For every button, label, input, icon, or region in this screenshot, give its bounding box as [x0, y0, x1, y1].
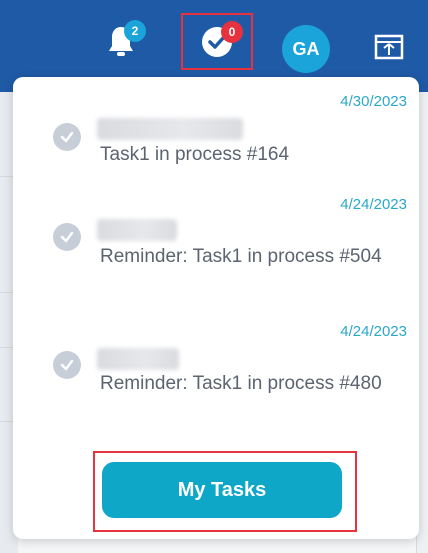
- task-title: Task1 in process #164: [100, 144, 290, 165]
- task-item[interactable]: 4/30/2023 Task1 in process #164: [13, 91, 419, 169]
- task-check-icon: [53, 351, 81, 379]
- task-title: Reminder: Task1 in process #480: [100, 373, 382, 394]
- avatar-initials: GA: [292, 38, 320, 59]
- panel-icon: [374, 34, 404, 60]
- redacted-user-name: [97, 348, 179, 370]
- task-title: Reminder: Task1 in process #504: [100, 246, 382, 267]
- task-check-icon: [53, 223, 81, 251]
- user-avatar[interactable]: GA: [282, 25, 330, 73]
- redacted-user-name: [97, 118, 243, 140]
- notification-count-badge: 2: [124, 20, 146, 42]
- my-tasks-button[interactable]: My Tasks: [102, 462, 342, 518]
- layout-toggle-button[interactable]: [372, 31, 406, 63]
- tasks-button[interactable]: 0: [181, 13, 253, 70]
- tasks-count-badge: 0: [221, 21, 243, 43]
- task-date: 4/24/2023: [340, 323, 407, 340]
- task-item[interactable]: 4/24/2023 Reminder: Task1 in process #48…: [13, 321, 419, 431]
- task-date: 4/24/2023: [340, 196, 407, 213]
- notifications-button[interactable]: 2: [104, 20, 146, 64]
- task-item[interactable]: 4/24/2023 Reminder: Task1 in process #50…: [13, 190, 419, 300]
- redacted-user-name: [97, 219, 177, 241]
- task-check-icon: [53, 123, 81, 151]
- task-date: 4/30/2023: [340, 93, 407, 110]
